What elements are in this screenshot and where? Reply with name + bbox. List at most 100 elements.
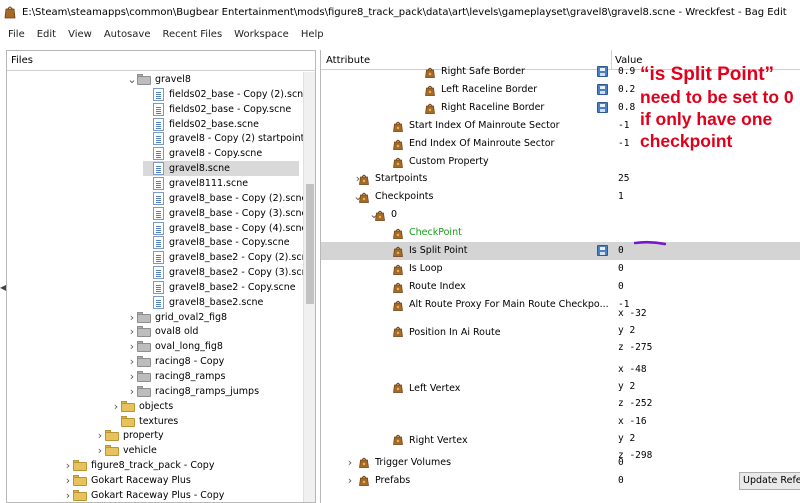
vector-component: y 2 xyxy=(618,381,636,392)
save-icon[interactable] xyxy=(597,66,608,77)
chevron-right-icon[interactable]: › xyxy=(345,473,355,488)
tree-file-item[interactable]: gravel8_base - Copy.scne xyxy=(143,235,290,250)
files-scroll-thumb[interactable] xyxy=(306,184,314,304)
chevron-right-icon[interactable]: › xyxy=(63,458,73,473)
attribute-value[interactable]: -1 xyxy=(618,120,629,131)
files-scrollbar[interactable] xyxy=(303,72,315,502)
chevron-right-icon[interactable]: › xyxy=(345,455,355,470)
tree-file-item[interactable]: fields02_base - Copy (2).scne xyxy=(143,87,309,102)
attribute-label: Route Index xyxy=(409,280,466,292)
tree-folder-item[interactable]: › grid_oval2_fig8 xyxy=(127,310,227,325)
chevron-right-icon[interactable]: › xyxy=(127,324,137,339)
menu-item-recent-files[interactable]: Recent Files xyxy=(156,29,228,40)
tree-folder-item[interactable]: ⌄ gravel8 xyxy=(127,72,191,87)
menu-item-file[interactable]: File xyxy=(2,29,31,40)
attribute-value[interactable]: 0 xyxy=(618,281,624,292)
tree-file-item[interactable]: gravel8_base - Copy (3).scne xyxy=(143,206,307,221)
attribute-row[interactable]: ⌄ 0 xyxy=(321,206,800,224)
vector-values[interactable]: x -48 y 2 z -252 xyxy=(618,361,652,412)
tree-file-item[interactable]: gravel8_base2 - Copy (2).scne xyxy=(143,250,313,265)
chevron-down-icon[interactable]: ⌄ xyxy=(127,72,137,87)
menu-item-workspace[interactable]: Workspace xyxy=(228,29,295,40)
chevron-right-icon[interactable]: › xyxy=(127,384,137,399)
annotation-line: need to be set to 0 xyxy=(640,87,794,107)
attribute-label: Checkpoints xyxy=(375,191,434,203)
chevron-right-icon[interactable]: › xyxy=(63,473,73,488)
attribute-row[interactable]: Route Index 0 xyxy=(321,278,800,296)
chevron-right-icon[interactable]: › xyxy=(127,354,137,369)
tree-folder-item[interactable]: › objects xyxy=(111,399,173,414)
chevron-right-icon[interactable]: › xyxy=(127,310,137,325)
bag-icon xyxy=(393,326,403,337)
attribute-value[interactable]: -1 xyxy=(618,138,629,149)
tree-folder-item[interactable]: › racing8_ramps xyxy=(127,369,226,384)
tree-folder-item[interactable]: › figure8_track_pack - Copy xyxy=(63,458,215,473)
attribute-value[interactable]: 0 xyxy=(618,457,624,468)
tree-folder-item[interactable]: › oval8 old xyxy=(127,324,199,339)
tree-file-item[interactable]: gravel8_base - Copy (2).scne xyxy=(143,191,307,206)
tree-file-item[interactable]: fields02_base.scne xyxy=(143,117,259,132)
attribute-value[interactable]: 0 xyxy=(618,475,624,486)
tree-file-item[interactable]: gravel8_base - Copy (4).scne xyxy=(143,221,307,236)
tree-folder-item[interactable]: › Gokart Raceway Plus xyxy=(63,473,191,488)
tree-file-item[interactable]: gravel8_base2 - Copy.scne xyxy=(143,280,296,295)
attribute-row[interactable]: Is Split Point 0 xyxy=(321,242,800,260)
menu-item-view[interactable]: View xyxy=(62,29,98,40)
tree-folder-item[interactable]: textures xyxy=(111,414,178,429)
menu-item-help[interactable]: Help xyxy=(295,29,330,40)
annotation-line: “is Split Point” xyxy=(640,64,775,85)
attribute-row[interactable]: › Startpoints 25 xyxy=(321,170,800,188)
tree-item-label: gravel8_base - Copy (3).scne xyxy=(169,207,308,219)
tree-file-item[interactable]: gravel8_base2.scne xyxy=(143,295,263,310)
tree-file-item[interactable]: gravel8 - Copy.scne xyxy=(143,146,262,161)
tree-item-label: gravel8_base - Copy.scne xyxy=(169,237,290,249)
update-references-button[interactable]: Update Refere xyxy=(739,472,800,490)
attribute-row[interactable]: › Prefabs 0 xyxy=(321,472,800,489)
attribute-value[interactable]: 0.2 xyxy=(618,84,635,95)
attribute-label: Trigger Volumes xyxy=(375,457,452,468)
tree-folder-item[interactable]: › vehicle xyxy=(95,443,157,458)
tree-file-item[interactable]: gravel8.scne xyxy=(143,161,299,177)
attribute-row[interactable]: › Trigger Volumes 0 xyxy=(321,454,800,471)
attribute-row[interactable]: Is Loop 0 xyxy=(321,260,800,278)
chevron-right-icon[interactable]: › xyxy=(95,428,105,443)
attribute-value[interactable]: 0.8 xyxy=(618,102,635,113)
vector-attribute-row[interactable]: Position In Ai Route x -32 y 2 z -275 xyxy=(321,305,800,357)
chevron-right-icon[interactable] xyxy=(111,414,121,429)
attribute-row[interactable]: CheckPoint xyxy=(321,224,800,242)
tree-item-label: gravel8_base2 - Copy (2).scne xyxy=(169,252,314,264)
collapse-left-arrow-icon[interactable]: ◀ xyxy=(0,283,6,293)
tree-file-item[interactable]: fields02_base - Copy.scne xyxy=(143,102,291,117)
files-header: Files xyxy=(7,51,315,71)
chevron-right-icon[interactable]: › xyxy=(111,399,121,414)
vector-attribute-row[interactable]: Left Vertex x -48 y 2 z -252 xyxy=(321,361,800,413)
menu-item-autosave[interactable]: Autosave xyxy=(98,29,157,40)
chevron-right-icon[interactable]: › xyxy=(63,488,73,502)
chevron-right-icon[interactable]: › xyxy=(127,339,137,354)
tree-folder-item[interactable]: › racing8 - Copy xyxy=(127,354,224,369)
attribute-value[interactable]: 0.9 xyxy=(618,66,635,77)
chevron-right-icon[interactable]: › xyxy=(127,369,137,384)
save-icon[interactable] xyxy=(597,83,608,95)
tree-file-item[interactable]: gravel8111.scne xyxy=(143,176,248,191)
tree-folder-item[interactable]: › racing8_ramps_jumps xyxy=(127,384,259,399)
tree-folder-item[interactable]: › Gokart Raceway Plus - Copy xyxy=(63,488,225,502)
tree-folder-item[interactable]: › property xyxy=(95,428,164,443)
tree-folder-item[interactable]: › oval_long_fig8 xyxy=(127,339,223,354)
tree-file-item[interactable]: gravel8_base2 - Copy (3).scne xyxy=(143,265,313,280)
save-icon[interactable] xyxy=(597,101,608,113)
save-icon[interactable] xyxy=(597,245,608,256)
scne-file-icon xyxy=(153,102,164,116)
attribute-value[interactable]: 25 xyxy=(618,173,629,184)
attribute-value[interactable]: 0 xyxy=(618,245,624,256)
chevron-right-icon[interactable]: › xyxy=(95,443,105,458)
tree-file-item[interactable]: gravel8 - Copy (2) startpoints.s... xyxy=(143,131,315,146)
menu-item-edit[interactable]: Edit xyxy=(31,29,62,40)
attribute-value[interactable]: 0 xyxy=(618,263,624,274)
attribute-row[interactable]: ⌄ Checkpoints 1 xyxy=(321,188,800,206)
attribute-value[interactable]: 1 xyxy=(618,191,624,202)
vector-values[interactable]: x -32 y 2 z -275 xyxy=(618,305,652,356)
attribute-row[interactable]: Custom Property xyxy=(321,153,800,171)
folder-icon xyxy=(137,356,151,368)
